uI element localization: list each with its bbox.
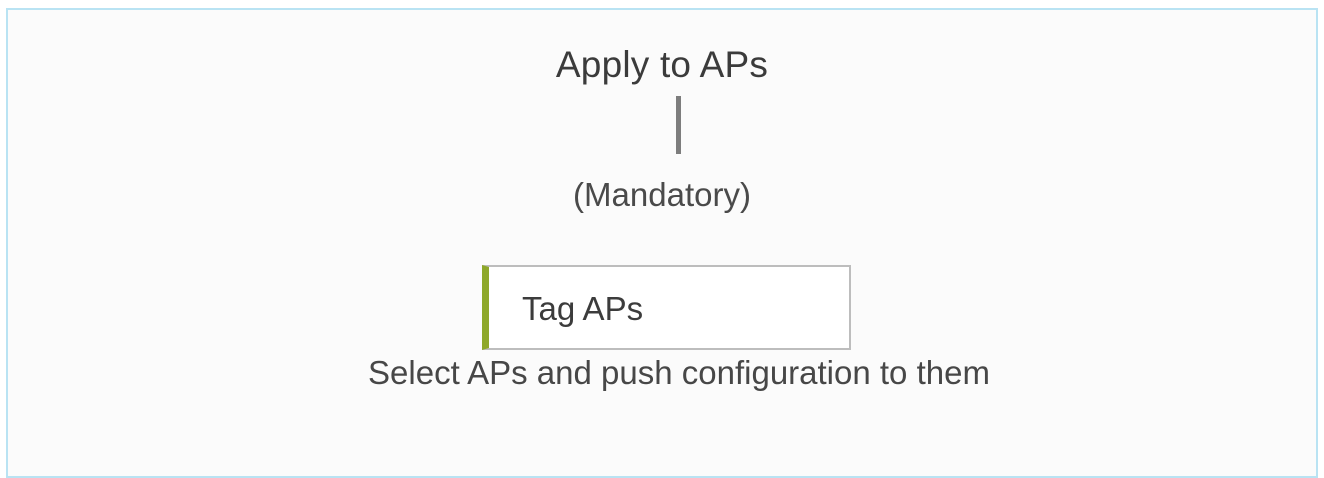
tag-aps-button[interactable]: Tag APs	[482, 265, 851, 350]
step-title: Apply to APs	[555, 44, 769, 85]
tag-aps-button-label: Tag APs	[522, 290, 644, 327]
step-description: Select APs and push configuration to the…	[368, 354, 990, 391]
step-connector	[676, 96, 681, 154]
requirement-label: (Mandatory)	[573, 176, 751, 213]
